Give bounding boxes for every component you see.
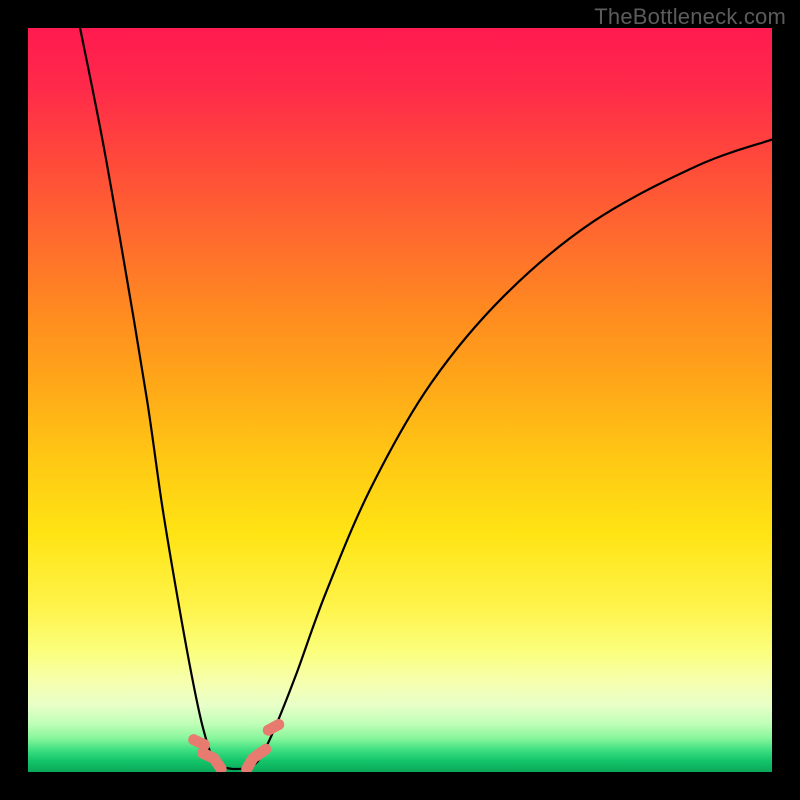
trough-marker xyxy=(187,733,211,751)
plot-area xyxy=(28,28,772,772)
curve-layer xyxy=(28,28,772,772)
trough-marker xyxy=(261,718,285,737)
chart-frame: TheBottleneck.com xyxy=(0,0,800,800)
bottleneck-curve xyxy=(80,28,772,769)
watermark-text: TheBottleneck.com xyxy=(594,4,786,30)
trough-marker xyxy=(249,742,273,763)
